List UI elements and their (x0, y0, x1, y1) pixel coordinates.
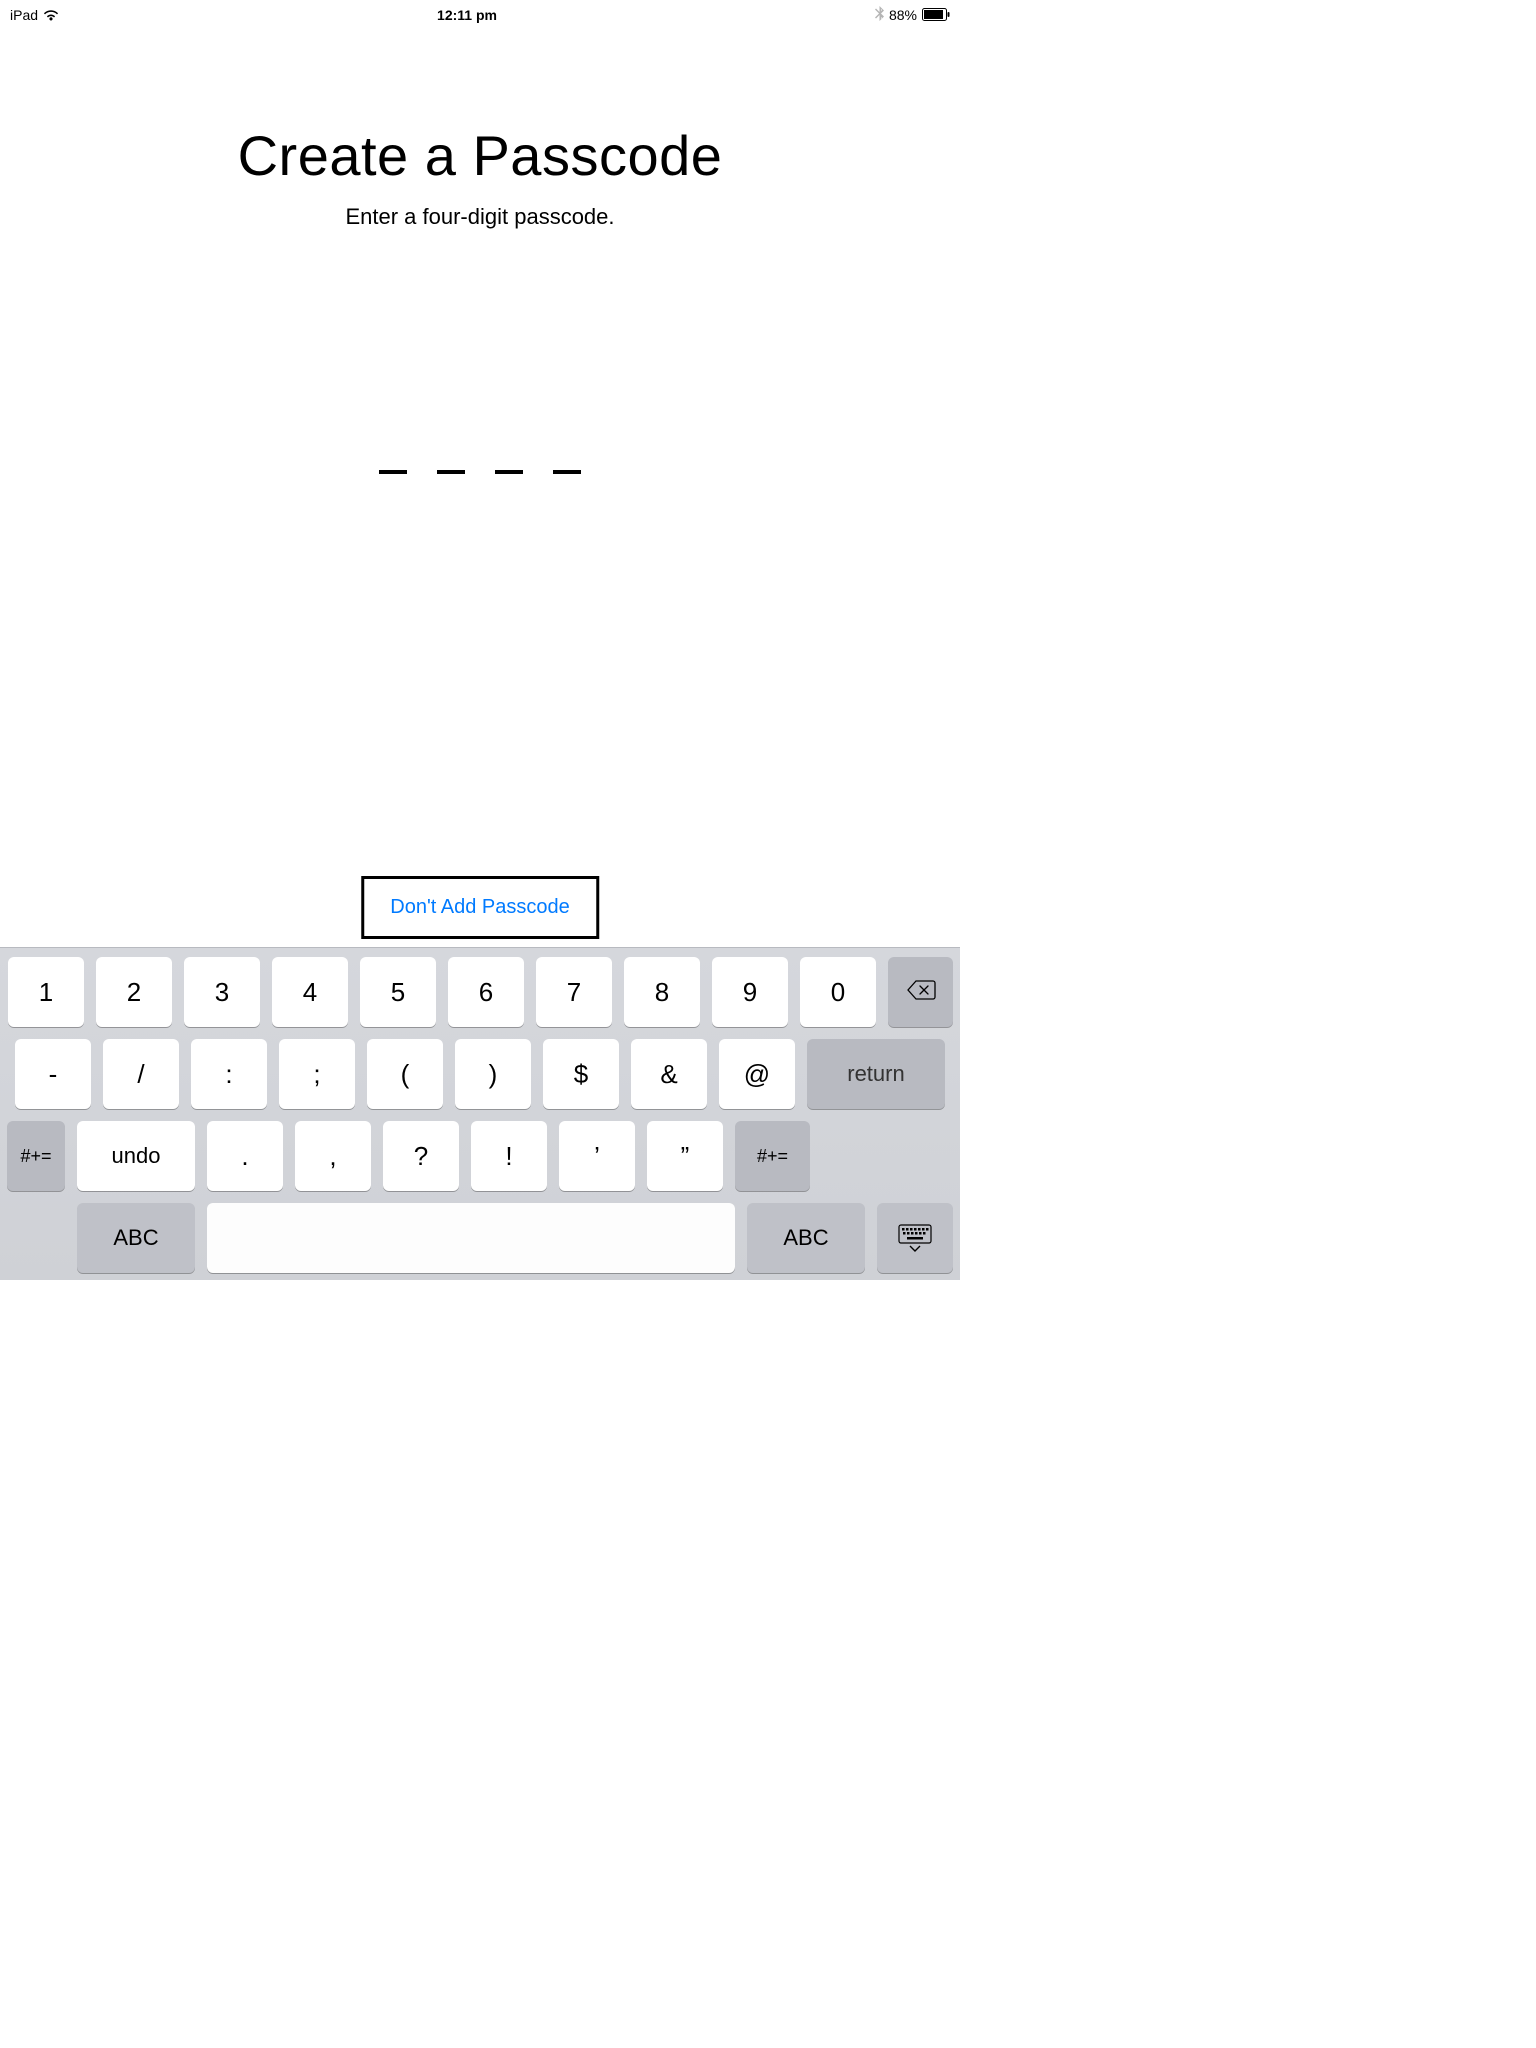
key-ampersand[interactable]: & (631, 1039, 707, 1109)
key-8[interactable]: 8 (624, 957, 700, 1027)
key-semicolon[interactable]: ; (279, 1039, 355, 1109)
key-slash[interactable]: / (103, 1039, 179, 1109)
status-time: 12:11 pm (437, 7, 497, 23)
key-more-symbols-right[interactable]: #+= (735, 1121, 810, 1191)
key-paren-close[interactable]: ) (455, 1039, 531, 1109)
status-bar: iPad 12:11 pm 88% (0, 0, 960, 25)
device-label: iPad (10, 7, 38, 23)
key-abc-right[interactable]: ABC (747, 1203, 865, 1273)
key-hide-keyboard[interactable] (877, 1203, 953, 1273)
dont-add-passcode-button[interactable]: Don't Add Passcode (390, 896, 570, 919)
keyboard: 1 2 3 4 5 6 7 8 9 0 - / : ; ( ) $ & @ re… (0, 947, 960, 1280)
bluetooth-icon (875, 6, 884, 24)
key-dollar[interactable]: $ (543, 1039, 619, 1109)
key-undo[interactable]: undo (77, 1121, 195, 1191)
key-question[interactable]: ? (383, 1121, 459, 1191)
key-space[interactable] (207, 1203, 735, 1273)
key-4[interactable]: 4 (272, 957, 348, 1027)
key-paren-open[interactable]: ( (367, 1039, 443, 1109)
key-2[interactable]: 2 (96, 957, 172, 1027)
page-subtitle: Enter a four-digit passcode. (0, 204, 960, 230)
key-return[interactable]: return (807, 1039, 945, 1109)
skip-passcode-highlight: Don't Add Passcode (361, 876, 599, 939)
key-apostrophe[interactable]: ’ (559, 1121, 635, 1191)
key-1[interactable]: 1 (8, 957, 84, 1027)
hide-keyboard-icon (898, 1224, 932, 1252)
passcode-input[interactable] (0, 470, 960, 474)
key-quote[interactable]: ” (647, 1121, 723, 1191)
key-period[interactable]: . (207, 1121, 283, 1191)
battery-icon (922, 8, 950, 21)
wifi-icon (43, 9, 59, 21)
key-exclaim[interactable]: ! (471, 1121, 547, 1191)
key-more-symbols-left[interactable]: #+= (7, 1121, 65, 1191)
passcode-digit-3 (495, 470, 523, 474)
key-3[interactable]: 3 (184, 957, 260, 1027)
backspace-icon (906, 977, 936, 1008)
key-9[interactable]: 9 (712, 957, 788, 1027)
key-6[interactable]: 6 (448, 957, 524, 1027)
page-title: Create a Passcode (0, 123, 960, 188)
key-7[interactable]: 7 (536, 957, 612, 1027)
key-colon[interactable]: : (191, 1039, 267, 1109)
key-abc-left[interactable]: ABC (77, 1203, 195, 1273)
main-content: Create a Passcode Enter a four-digit pas… (0, 25, 960, 474)
passcode-digit-2 (437, 470, 465, 474)
key-at[interactable]: @ (719, 1039, 795, 1109)
key-hyphen[interactable]: - (15, 1039, 91, 1109)
battery-percent: 88% (889, 7, 917, 23)
passcode-digit-4 (553, 470, 581, 474)
passcode-digit-1 (379, 470, 407, 474)
key-5[interactable]: 5 (360, 957, 436, 1027)
key-0[interactable]: 0 (800, 957, 876, 1027)
key-backspace[interactable] (888, 957, 953, 1027)
key-comma[interactable]: , (295, 1121, 371, 1191)
